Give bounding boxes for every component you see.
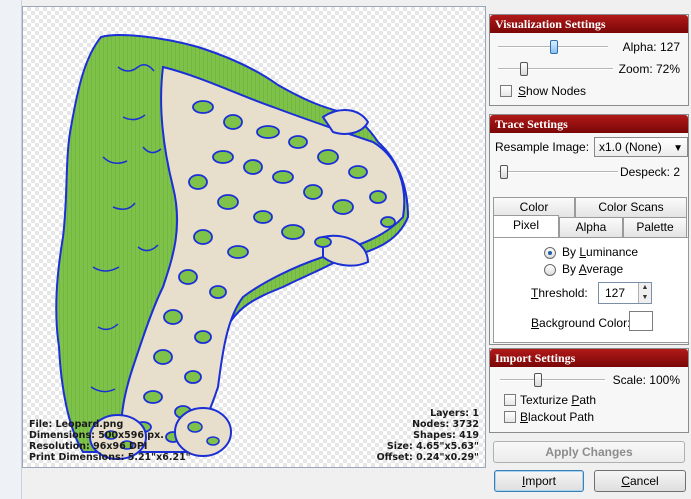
background-color-label: Background Color: — [531, 316, 631, 330]
blackout-row: Blackout Path — [490, 409, 688, 427]
tab-pixel[interactable]: Pixel — [493, 215, 559, 237]
despeck-slider-thumb[interactable] — [500, 165, 508, 179]
file-dimensions: Dimensions: 500x596 px. — [29, 430, 164, 441]
file-resolution: Resolution: 96x96 DPI — [29, 441, 148, 452]
blackout-path-checkbox[interactable] — [504, 411, 516, 423]
resample-row: Resample Image: x1.0 (None) ▼ — [490, 133, 688, 161]
texturize-row: Texturize Path — [490, 391, 688, 409]
threshold-label: Threshold: — [531, 286, 588, 300]
leopard-trace-preview — [55, 34, 410, 460]
zoom-slider-track[interactable] — [498, 68, 613, 70]
by-average-radio[interactable] — [544, 264, 556, 276]
apply-changes-button[interactable]: Apply Changes — [493, 441, 685, 463]
scale-row: Scale: 100% — [490, 369, 688, 391]
zoom-label: Zoom: 72% — [618, 62, 680, 76]
node-count: Nodes: 3732 — [412, 419, 479, 430]
zoom-row: Zoom: 72% — [490, 58, 688, 80]
resample-label: Resample Image: — [495, 140, 590, 154]
texturize-path-checkbox[interactable] — [504, 394, 516, 406]
file-name: File: Leopard.png — [29, 419, 124, 430]
alpha-label: Alpha: 127 — [622, 40, 680, 54]
resample-select[interactable]: x1.0 (None) ▼ — [594, 137, 688, 157]
zoom-slider-thumb[interactable] — [520, 62, 528, 76]
tab-color[interactable]: Color — [493, 197, 575, 217]
visualization-settings-title: Visualization Settings — [490, 15, 688, 33]
spin-down-icon[interactable]: ▼ — [639, 293, 651, 303]
show-nodes-checkbox[interactable] — [500, 85, 512, 97]
tab-alpha[interactable]: Alpha — [559, 217, 623, 237]
scale-slider-track[interactable] — [500, 379, 605, 381]
background-color-swatch[interactable] — [629, 311, 653, 331]
texturize-path-label[interactable]: Texturize Path — [520, 393, 596, 407]
trace-preview-canvas[interactable]: File: Leopard.png Dimensions: 500x596 px… — [22, 6, 486, 468]
file-print-dimensions: Print Dimensions: 5.21"x6.21" — [29, 452, 191, 463]
despeck-row: Despeck: 2 — [490, 161, 688, 183]
show-nodes-label[interactable]: Show Nodes — [518, 84, 586, 98]
trace-settings-panel: Trace Settings Resample Image: x1.0 (Non… — [489, 114, 689, 345]
import-settings-title: Import Settings — [490, 349, 688, 367]
despeck-label: Despeck: 2 — [619, 165, 680, 179]
by-luminance-radio[interactable] — [544, 247, 556, 259]
left-toolbar-strip — [0, 0, 22, 499]
blackout-path-label[interactable]: Blackout Path — [520, 410, 594, 424]
show-nodes-label-rest: how Nodes — [526, 84, 587, 98]
threshold-value: 127 — [605, 286, 626, 300]
import-settings-panel: Import Settings Scale: 100% Texturize Pa… — [489, 348, 689, 433]
shape-count: Shapes: 419 — [413, 430, 479, 441]
tab-color-scans[interactable]: Color Scans — [575, 197, 687, 217]
threshold-spin-buttons[interactable]: ▲ ▼ — [638, 283, 651, 303]
file-info: File: Leopard.png Dimensions: 500x596 px… — [29, 419, 191, 463]
despeck-slider-track[interactable] — [498, 171, 618, 173]
spin-up-icon[interactable]: ▲ — [639, 283, 651, 293]
tab-palette[interactable]: Palette — [623, 217, 687, 237]
pixel-tab-content: By Luminance By Average Threshold: 127 ▲… — [493, 237, 689, 343]
trace-size: Size: 4.65"x5.63" — [386, 441, 479, 452]
cancel-button[interactable]: Cancel — [594, 470, 686, 492]
trace-settings-title: Trace Settings — [490, 115, 688, 133]
trace-offset: Offset: 0.24"x0.29" — [376, 452, 479, 463]
by-luminance-label[interactable]: By Luminance — [562, 245, 638, 259]
visualization-settings-panel: Visualization Settings Alpha: 127 Zoom: … — [489, 14, 689, 106]
by-average-label[interactable]: By Average — [562, 262, 623, 276]
scale-label: Scale: 100% — [612, 373, 680, 387]
trace-info: Layers: 1 Nodes: 3732 Shapes: 419 Size: … — [377, 408, 479, 463]
alpha-slider-thumb[interactable] — [550, 40, 558, 54]
layer-count: Layers: 1 — [430, 408, 479, 419]
threshold-spinner[interactable]: 127 ▲ ▼ — [598, 282, 652, 304]
chevron-down-icon: ▼ — [673, 143, 683, 154]
import-button[interactable]: Import — [494, 470, 584, 492]
trace-mode-tabs: Color Color Scans Pixel Alpha Palette — [493, 197, 687, 239]
alpha-row: Alpha: 127 — [490, 36, 688, 58]
show-nodes-row: Show Nodes — [490, 80, 688, 102]
scale-slider-thumb[interactable] — [534, 373, 542, 387]
resample-value: x1.0 (None) — [599, 140, 662, 154]
